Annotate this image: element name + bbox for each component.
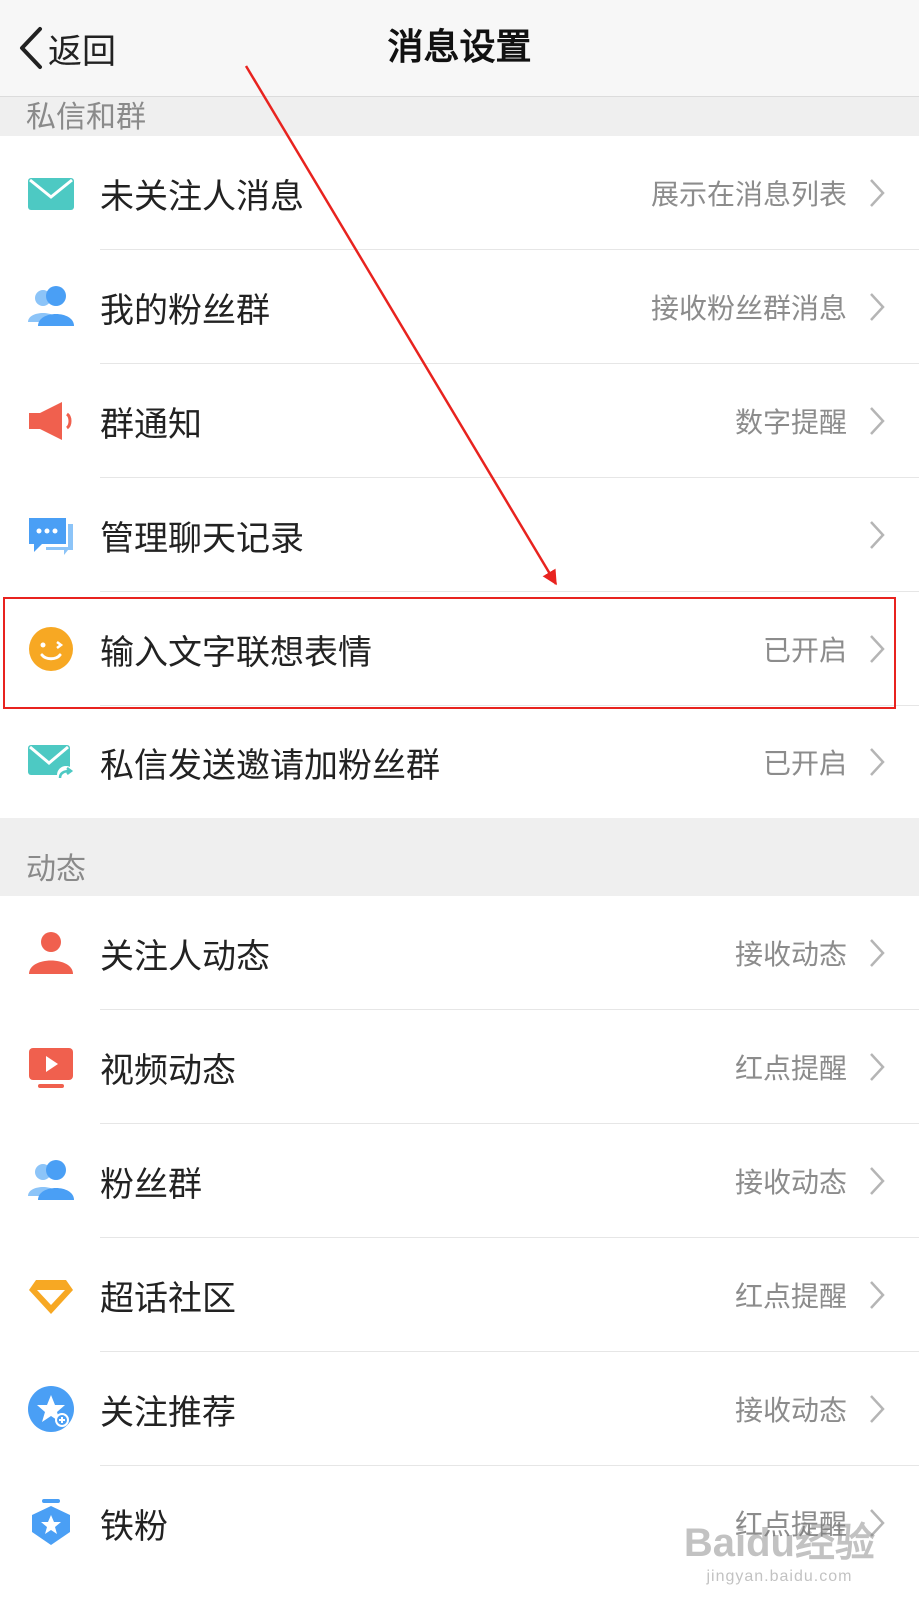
- row-iron-fans[interactable]: 铁粉 红点提醒: [0, 1466, 919, 1580]
- fans-group-icon: [26, 1156, 76, 1206]
- row-label: 未关注人消息: [100, 176, 304, 217]
- chevron-right-icon: [870, 635, 885, 663]
- row-label: 私信发送邀请加粉丝群: [100, 745, 440, 786]
- chevron-left-icon: [20, 27, 42, 69]
- diamond-icon: [26, 1270, 76, 1320]
- envelope-share-icon: [26, 737, 76, 787]
- row-value: 接收粉丝群消息: [650, 292, 847, 325]
- back-label: 返回: [48, 31, 116, 72]
- chevron-right-icon: [870, 1281, 885, 1309]
- person-icon: [26, 928, 76, 978]
- row-label: 关注推荐: [100, 1392, 236, 1433]
- row-value: 展示在消息列表: [650, 178, 847, 211]
- nav-bar: 返回 消息设置: [0, 0, 919, 97]
- row-unfollowed-messages[interactable]: 未关注人消息 展示在消息列表: [0, 136, 919, 250]
- row-label: 铁粉: [100, 1506, 168, 1547]
- row-value: 已开启: [762, 747, 847, 780]
- row-value: 红点提醒: [734, 1508, 847, 1541]
- row-label: 粉丝群: [100, 1164, 202, 1205]
- row-label: 超话社区: [100, 1278, 236, 1319]
- chevron-right-icon: [870, 521, 885, 549]
- row-label: 管理聊天记录: [100, 518, 304, 559]
- row-value: 接收动态: [734, 938, 847, 971]
- row-label: 视频动态: [100, 1050, 236, 1091]
- row-my-fan-groups[interactable]: 我的粉丝群 接收粉丝群消息: [0, 250, 919, 364]
- row-emoji-suggestion[interactable]: 输入文字联想表情 已开启: [0, 592, 919, 706]
- row-following-feed[interactable]: 关注人动态 接收动态: [0, 896, 919, 1010]
- row-invite-fan-group[interactable]: 私信发送邀请加粉丝群 已开启: [0, 706, 919, 818]
- chevron-right-icon: [870, 1053, 885, 1081]
- video-icon: [26, 1042, 76, 1092]
- shield-badge-icon: [26, 1498, 76, 1548]
- section-title: 私信和群: [26, 100, 146, 135]
- envelope-icon: [26, 168, 76, 218]
- chevron-right-icon: [870, 293, 885, 321]
- chevron-right-icon: [870, 748, 885, 776]
- row-value: 数字提醒: [734, 406, 847, 439]
- row-manage-chat-history[interactable]: 管理聊天记录: [0, 478, 919, 592]
- chevron-right-icon: [870, 1509, 885, 1537]
- row-follow-recommend[interactable]: 关注推荐 接收动态: [0, 1352, 919, 1466]
- chevron-right-icon: [870, 1167, 885, 1195]
- page-title: 消息设置: [387, 27, 532, 68]
- row-label: 群通知: [100, 404, 202, 445]
- chevron-right-icon: [870, 179, 885, 207]
- row-value: 红点提醒: [734, 1280, 847, 1313]
- star-badge-icon: [26, 1384, 76, 1434]
- row-value: 接收动态: [734, 1166, 847, 1199]
- smiley-icon: [26, 624, 76, 674]
- row-group-notice[interactable]: 群通知 数字提醒: [0, 364, 919, 478]
- row-value: 已开启: [762, 634, 847, 667]
- section-title: 动态: [26, 852, 86, 887]
- row-value: 接收动态: [734, 1394, 847, 1427]
- back-button[interactable]: 返回: [16, 22, 116, 74]
- section-header-feed: 动态: [0, 818, 919, 896]
- chevron-right-icon: [870, 1395, 885, 1423]
- fans-group-icon: [26, 282, 76, 332]
- row-label: 我的粉丝群: [100, 290, 270, 331]
- chevron-right-icon: [870, 407, 885, 435]
- row-label: 输入文字联想表情: [100, 632, 372, 673]
- chat-bubble-icon: [26, 510, 76, 560]
- row-fan-group-feed[interactable]: 粉丝群 接收动态: [0, 1124, 919, 1238]
- megaphone-icon: [26, 396, 76, 446]
- chevron-right-icon: [870, 939, 885, 967]
- row-video-feed[interactable]: 视频动态 红点提醒: [0, 1010, 919, 1124]
- row-label: 关注人动态: [100, 936, 270, 977]
- row-value: 红点提醒: [734, 1052, 847, 1085]
- row-super-topic[interactable]: 超话社区 红点提醒: [0, 1238, 919, 1352]
